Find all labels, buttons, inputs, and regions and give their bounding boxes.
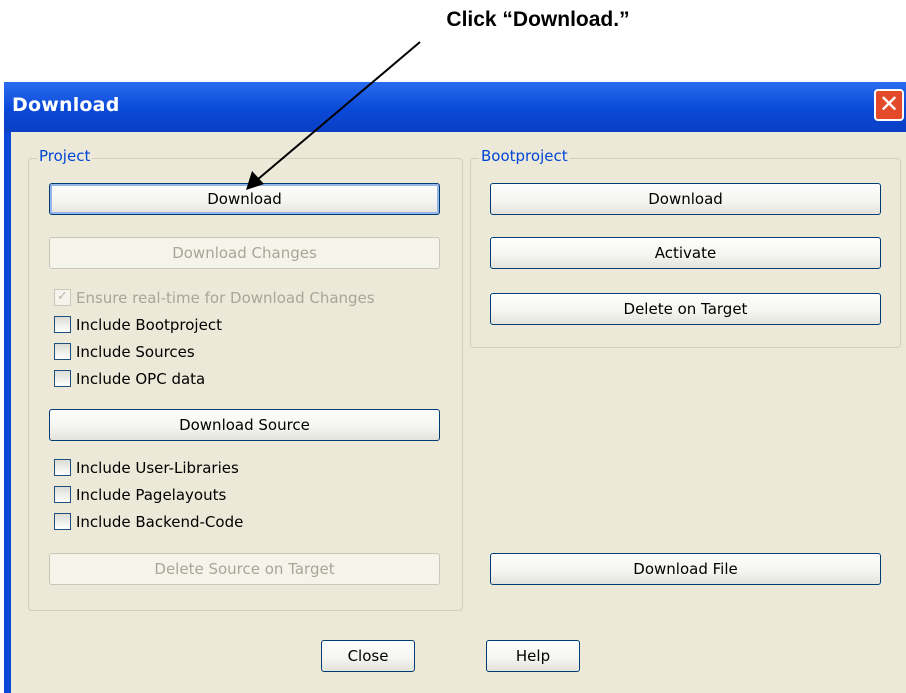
checkbox-box: [54, 316, 71, 333]
instruction-caption: Click “Download.”: [446, 8, 630, 31]
checkbox-box: [54, 343, 71, 360]
include-backend-code-checkbox[interactable]: Include Backend-Code: [54, 513, 243, 535]
include-opc-checkbox[interactable]: Include OPC data: [54, 370, 205, 392]
bootproject-group-label: Bootproject: [479, 147, 570, 165]
delete-source-button[interactable]: Delete Source on Target: [49, 553, 440, 585]
help-button[interactable]: Help: [486, 640, 580, 672]
window-title: Download: [12, 94, 120, 116]
download-changes-button[interactable]: Download Changes: [49, 237, 440, 269]
close-button[interactable]: Close: [321, 640, 415, 672]
include-sources-checkbox[interactable]: Include Sources: [54, 343, 195, 365]
ensure-realtime-checkbox[interactable]: ✓ Ensure real-time for Download Changes: [54, 289, 375, 311]
download-file-button[interactable]: Download File: [490, 553, 881, 585]
checkbox-box: [54, 459, 71, 476]
close-window-button[interactable]: ✕: [874, 89, 904, 121]
project-download-button[interactable]: Download: [49, 183, 440, 215]
include-bootproject-checkbox[interactable]: Include Bootproject: [54, 316, 222, 338]
include-pagelayouts-label: Include Pagelayouts: [76, 486, 227, 504]
delete-on-target-button[interactable]: Delete on Target: [490, 293, 881, 325]
checkbox-box: [54, 370, 71, 387]
include-bootproject-label: Include Bootproject: [76, 316, 222, 334]
bootproject-download-button[interactable]: Download: [490, 183, 881, 215]
include-sources-label: Include Sources: [76, 343, 195, 361]
activate-button[interactable]: Activate: [490, 237, 881, 269]
download-source-button[interactable]: Download Source: [49, 409, 440, 441]
title-bar[interactable]: Download ✕: [4, 82, 906, 132]
include-pagelayouts-checkbox[interactable]: Include Pagelayouts: [54, 486, 226, 508]
dialog-client-area: Project Download Download Changes ✓ Ensur…: [11, 132, 906, 693]
ensure-realtime-label: Ensure real-time for Download Changes: [76, 289, 375, 307]
include-user-libraries-checkbox[interactable]: Include User-Libraries: [54, 459, 239, 481]
checkbox-box: [54, 486, 71, 503]
checkbox-box: [54, 513, 71, 530]
checkmark-icon: ✓: [54, 289, 71, 306]
project-group-label: Project: [37, 147, 93, 165]
include-backend-code-label: Include Backend-Code: [76, 513, 244, 531]
download-dialog: Download ✕ Project Download Download Cha…: [4, 82, 906, 693]
include-opc-label: Include OPC data: [76, 370, 206, 388]
include-user-libraries-label: Include User-Libraries: [76, 459, 239, 477]
